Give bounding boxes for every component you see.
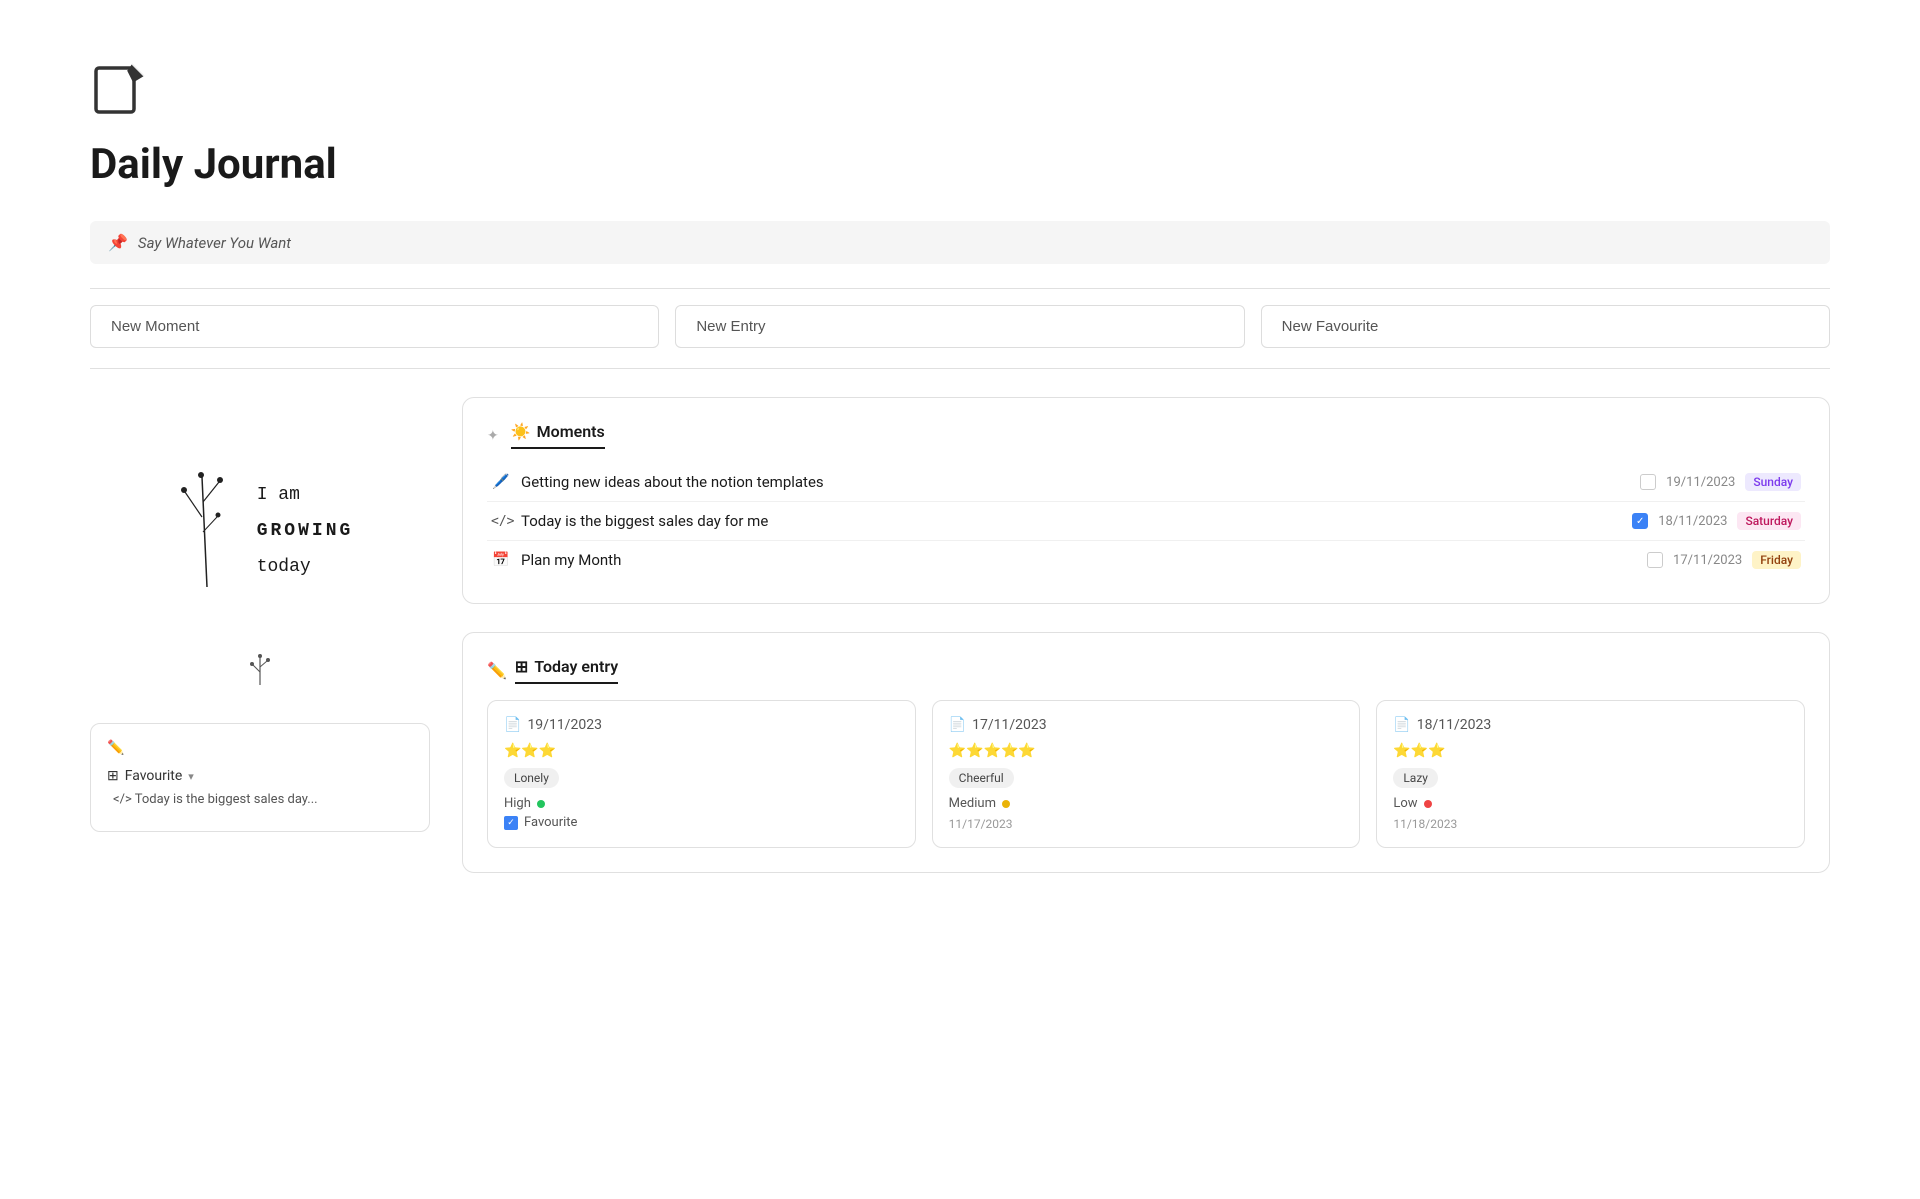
small-plant-deco <box>90 647 430 693</box>
moment-date-3: 17/11/2023 <box>1673 553 1742 568</box>
fav-label-1: Favourite <box>524 815 577 830</box>
moment-right-3: 17/11/2023 Friday <box>1647 551 1801 569</box>
chevron-down-icon: ▾ <box>188 770 194 783</box>
moment-day-3: Friday <box>1752 551 1801 569</box>
moment-item-2: </> Today is the biggest sales day for m… <box>487 502 1805 541</box>
energy-dot-2 <box>1002 800 1010 808</box>
entry-fav-1: ✓ Favourite <box>504 815 899 830</box>
grid-icon: ⊞ <box>107 768 119 784</box>
entry-date-text-2: 17/11/2023 <box>972 717 1047 733</box>
fav-checkbox-1[interactable]: ✓ <box>504 816 518 830</box>
today-entry-header: ✏️ ⊞ Today entry <box>487 657 1805 684</box>
new-buttons-row: New Moment New Entry New Favourite <box>90 305 1830 369</box>
entry-card-1[interactable]: 📄 19/11/2023 ⭐⭐⭐ Lonely High ✓ Favourite <box>487 700 916 848</box>
moment-list: 🖊️ Getting new ideas about the notion te… <box>487 463 1805 579</box>
moments-section-title: ☀️ Moments <box>511 422 605 449</box>
energy-dot-1 <box>537 800 545 808</box>
moment-text-1: Getting new ideas about the notion templ… <box>521 473 824 491</box>
moment-left-2: </> Today is the biggest sales day for m… <box>491 512 768 530</box>
moments-title-icon: ☀️ <box>511 422 531 441</box>
today-entry-grid-icon: ⊞ <box>515 657 528 676</box>
energy-label-3: Low <box>1393 796 1417 811</box>
moments-section-header: ✦ ☀️ Moments <box>487 422 1805 449</box>
right-panel: ✦ ☀️ Moments 🖊️ Getting new ideas about … <box>462 397 1830 873</box>
moment-day-1: Sunday <box>1745 473 1801 491</box>
entry-date-text-1: 19/11/2023 <box>527 717 602 733</box>
entry-card-2[interactable]: 📄 17/11/2023 ⭐⭐⭐⭐⭐ Cheerful Medium 11/17… <box>932 700 1361 848</box>
moment-day-2: Saturday <box>1737 512 1801 530</box>
today-entry-title: ⊞ Today entry <box>515 657 618 684</box>
moment-checkbox-3[interactable] <box>1647 552 1663 568</box>
moment-item-1: 🖊️ Getting new ideas about the notion te… <box>487 463 1805 502</box>
entry-mood-3: Lazy <box>1393 768 1438 788</box>
new-favourite-button[interactable]: New Favourite <box>1261 305 1830 348</box>
pinned-text: Say Whatever You Want <box>138 234 291 252</box>
pen-icon: 🖊️ <box>491 474 511 490</box>
moment-text-3: Plan my Month <box>521 551 621 569</box>
favourite-card-header: ✏️ <box>107 740 413 756</box>
moment-text-2: Today is the biggest sales day for me <box>521 512 768 530</box>
entry-energy-1: High <box>504 796 899 811</box>
entry-date-bottom-2: 11/17/2023 <box>949 817 1344 831</box>
energy-dot-3 <box>1424 800 1432 808</box>
entry-stars-3: ⭐⭐⭐ <box>1393 743 1788 759</box>
energy-label-2: Medium <box>949 796 996 811</box>
plant-illustration <box>167 417 247 597</box>
illustration-area: I am GROWING today <box>90 397 430 617</box>
moment-right-2: ✓ 18/11/2023 Saturday <box>1632 512 1801 530</box>
moment-item-3: 📅 Plan my Month 17/11/2023 Friday <box>487 541 1805 579</box>
favourite-item-preview: </> Today is the biggest sales day... <box>107 784 413 815</box>
page-title: Daily Journal <box>90 140 1830 189</box>
calendar-icon: 📅 <box>491 552 511 568</box>
moment-checkbox-1[interactable] <box>1640 474 1656 490</box>
entry-energy-2: Medium <box>949 796 1344 811</box>
entry-stars-1: ⭐⭐⭐ <box>504 743 899 759</box>
moment-right-1: 19/11/2023 Sunday <box>1640 473 1801 491</box>
pin-icon: 📌 <box>108 233 128 252</box>
left-panel: I am GROWING today ✏️ ⊞ <box>90 397 430 873</box>
favourite-label[interactable]: ⊞ Favourite ▾ <box>107 768 413 784</box>
entry-date-2: 📄 17/11/2023 <box>949 717 1344 733</box>
pinned-banner: 📌 Say Whatever You Want <box>90 221 1830 264</box>
moment-left-1: 🖊️ Getting new ideas about the notion te… <box>491 473 824 491</box>
favourite-label-text: Favourite <box>125 768 183 784</box>
moments-title-text: Moments <box>537 422 605 441</box>
moment-date-2: 18/11/2023 <box>1658 514 1727 529</box>
entry-stars-2: ⭐⭐⭐⭐⭐ <box>949 743 1344 759</box>
entry-mood-2: Cheerful <box>949 768 1014 788</box>
entry-card-3[interactable]: 📄 18/11/2023 ⭐⭐⭐ Lazy Low 11/18/2023 <box>1376 700 1805 848</box>
energy-label-1: High <box>504 796 531 811</box>
today-entry-section: ✏️ ⊞ Today entry 📄 19/11/2023 ⭐⭐⭐ Lonely <box>462 632 1830 873</box>
entry-date-3: 📄 18/11/2023 <box>1393 717 1788 733</box>
edit-pencil-icon: ✏️ <box>107 740 124 756</box>
handwriting-line1: I am <box>257 477 354 513</box>
entry-energy-3: Low <box>1393 796 1788 811</box>
doc-icon-3: 📄 <box>1393 717 1410 733</box>
divider-1 <box>90 288 1830 289</box>
main-content: I am GROWING today ✏️ ⊞ <box>90 397 1830 873</box>
moment-date-1: 19/11/2023 <box>1666 475 1735 490</box>
doc-icon-2: 📄 <box>949 717 966 733</box>
entry-date-bottom-3: 11/18/2023 <box>1393 817 1788 831</box>
moment-left-3: 📅 Plan my Month <box>491 551 621 569</box>
handwriting-line2: GROWING <box>257 513 354 549</box>
moments-move-icon[interactable]: ✦ <box>487 428 499 444</box>
today-entry-title-text: Today entry <box>534 657 618 676</box>
entry-cards-row: 📄 19/11/2023 ⭐⭐⭐ Lonely High ✓ Favourite <box>487 700 1805 848</box>
moment-checkbox-2[interactable]: ✓ <box>1632 513 1648 529</box>
new-entry-button[interactable]: New Entry <box>675 305 1244 348</box>
doc-icon-1: 📄 <box>504 717 521 733</box>
today-entry-edit-icon[interactable]: ✏️ <box>487 661 507 680</box>
code-icon: </> <box>491 514 511 529</box>
entry-date-1: 📄 19/11/2023 <box>504 717 899 733</box>
entry-date-text-3: 18/11/2023 <box>1417 717 1492 733</box>
handwriting-line3: today <box>257 549 354 585</box>
moments-section: ✦ ☀️ Moments 🖊️ Getting new ideas about … <box>462 397 1830 604</box>
new-moment-button[interactable]: New Moment <box>90 305 659 348</box>
page-icon <box>90 60 1830 140</box>
entry-mood-1: Lonely <box>504 768 559 788</box>
favourite-card: ✏️ ⊞ Favourite ▾ </> Today is the bigges… <box>90 723 430 832</box>
